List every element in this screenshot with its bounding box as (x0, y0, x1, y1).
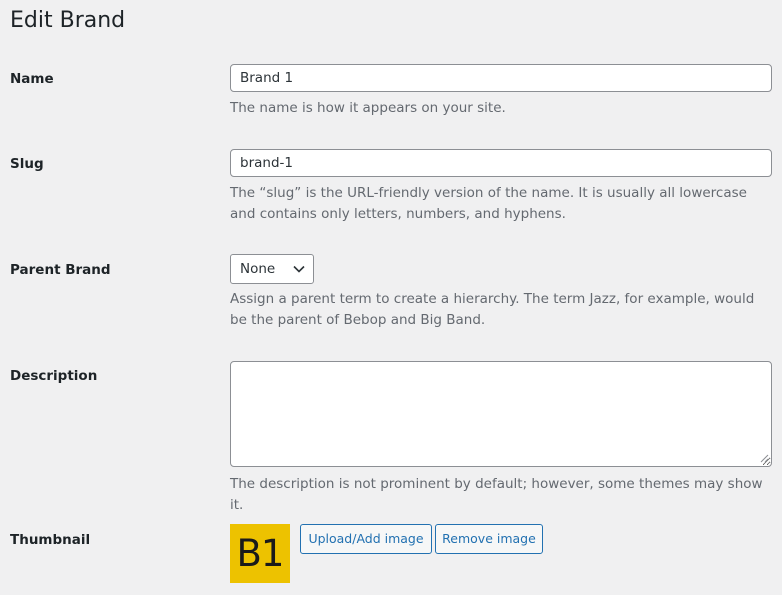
slug-help: The “slug” is the URL-friendly version o… (230, 185, 747, 222)
parent-brand-select[interactable]: None (230, 254, 314, 284)
name-help: The name is how it appears on your site. (230, 100, 506, 116)
description-help: The description is not prominent by defa… (230, 476, 763, 513)
thumbnail-image: B1 (230, 524, 290, 583)
parent-brand-label: Parent Brand (10, 262, 111, 278)
name-input[interactable] (230, 64, 772, 92)
slug-label: Slug (10, 156, 44, 172)
description-label: Description (10, 368, 98, 384)
chevron-down-icon (293, 265, 305, 273)
thumbnail-label: Thumbnail (10, 532, 91, 548)
parent-brand-selected: None (240, 261, 276, 277)
resize-grip-icon[interactable] (759, 453, 769, 463)
parent-brand-help: Assign a parent term to create a hierarc… (230, 291, 755, 328)
edit-brand-page: Edit Brand Name The name is how it appea… (0, 0, 782, 595)
remove-image-button[interactable]: Remove image (435, 524, 543, 554)
slug-input[interactable] (230, 149, 772, 177)
upload-image-button[interactable]: Upload/Add image (300, 524, 432, 554)
description-textarea[interactable] (230, 361, 772, 467)
page-title: Edit Brand (10, 8, 126, 33)
name-label: Name (10, 71, 54, 87)
